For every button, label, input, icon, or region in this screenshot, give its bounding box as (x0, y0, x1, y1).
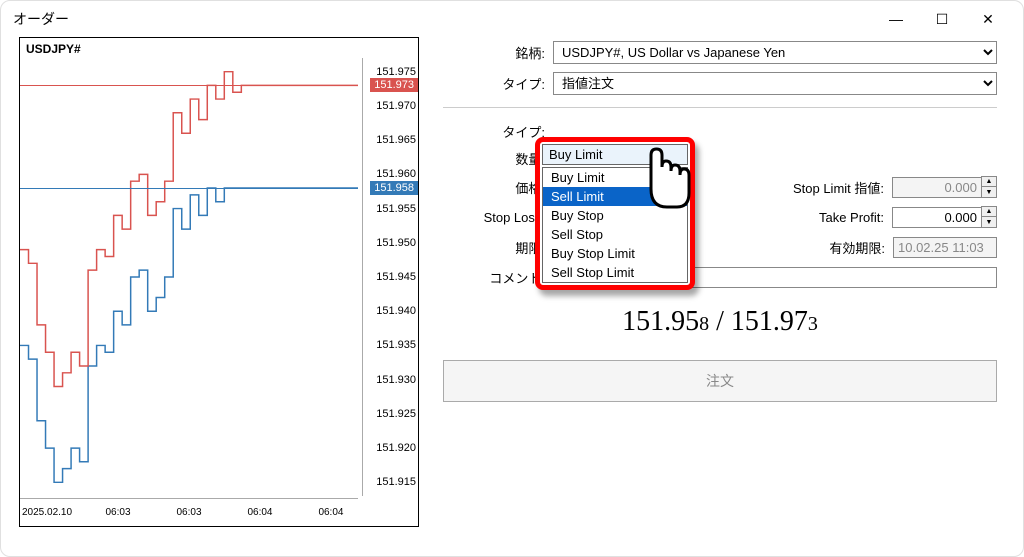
x-tick-label: 06:03 (106, 507, 131, 518)
quote-display: 151.958 / 151.973 (443, 306, 997, 338)
ask-price-tag: 151.973 (370, 78, 418, 92)
quote-bid-main: 151.95 (622, 306, 699, 337)
order-form: 銘柄: USDJPY#, US Dollar vs Japanese Yen タ… (419, 37, 1005, 527)
ask-line (20, 85, 358, 86)
dropdown-option[interactable]: Sell Stop Limit (543, 263, 687, 282)
y-tick-label: 151.920 (376, 442, 416, 454)
close-button[interactable]: ✕ (965, 4, 1011, 34)
takeprofit-input[interactable] (892, 207, 982, 228)
symbol-select[interactable]: USDJPY#, US Dollar vs Japanese Yen (553, 41, 997, 64)
spinner-down-icon[interactable]: ▼ (982, 217, 996, 227)
dropdown-list: Buy LimitSell LimitBuy StopSell StopBuy … (542, 167, 688, 283)
y-tick-label: 151.925 (376, 408, 416, 420)
spinner-up-icon[interactable]: ▲ (982, 207, 996, 217)
dropdown-option[interactable]: Sell Stop (543, 225, 687, 244)
y-tick-label: 151.945 (376, 271, 416, 283)
price-chart[interactable]: USDJPY# 151.973 151.958 151.975151.97015… (19, 37, 419, 527)
order-window: オーダー ― ☐ ✕ USDJPY# 151.973 151.958 151.9… (0, 0, 1024, 557)
dropdown-selected-display[interactable]: Buy Limit (542, 144, 688, 165)
separator (443, 107, 997, 108)
y-tick-label: 151.915 (376, 476, 416, 488)
expiry-date-input[interactable] (893, 237, 997, 258)
takeprofit-label: Take Profit: (772, 210, 892, 225)
chart-symbol-label: USDJPY# (26, 42, 81, 56)
x-tick-label: 06:04 (247, 507, 272, 518)
y-tick-label: 151.965 (376, 134, 416, 146)
y-tick-label: 151.930 (376, 374, 416, 386)
titlebar: オーダー ― ☐ ✕ (1, 1, 1023, 37)
dropdown-option[interactable]: Buy Stop (543, 206, 687, 225)
x-tick-label: 2025.02.10 (22, 507, 72, 518)
content-area: USDJPY# 151.973 151.958 151.975151.97015… (1, 37, 1023, 545)
spinner-down-icon[interactable]: ▼ (982, 187, 996, 197)
chart-svg (20, 58, 358, 496)
y-tick-label: 151.975 (376, 66, 416, 78)
minimize-button[interactable]: ― (873, 4, 919, 34)
pending-type-label: タイプ: (443, 122, 553, 141)
x-tick-label: 06:03 (176, 507, 201, 518)
quote-sep: / (709, 306, 731, 337)
stoplimit-input[interactable] (892, 177, 982, 198)
dropdown-option[interactable]: Buy Limit (543, 168, 687, 187)
stoplimit-spinner[interactable]: ▲▼ (981, 176, 997, 198)
quote-ask-sub: 3 (808, 313, 818, 335)
submit-order-button[interactable]: 注文 (443, 360, 997, 402)
quote-bid-sub: 8 (699, 313, 709, 335)
dropdown-option[interactable]: Sell Limit (543, 187, 687, 206)
stoplimit-label: Stop Limit 指値: (772, 178, 892, 197)
takeprofit-spinner[interactable]: ▲▼ (981, 206, 997, 228)
x-tick-label: 06:04 (318, 507, 343, 518)
bid-line (20, 188, 358, 189)
y-tick-label: 151.960 (376, 168, 416, 180)
chart-x-axis: 2025.02.10 06:03 06:03 06:04 06:04 (20, 498, 358, 526)
spinner-up-icon[interactable]: ▲ (982, 177, 996, 187)
window-title: オーダー (13, 9, 873, 29)
y-tick-label: 151.950 (376, 237, 416, 249)
dropdown-option[interactable]: Buy Stop Limit (543, 244, 687, 263)
bid-price-tag: 151.958 (370, 181, 418, 195)
y-tick-label: 151.955 (376, 203, 416, 215)
maximize-button[interactable]: ☐ (919, 4, 965, 34)
expiry-date-label: 有効期限: (773, 238, 893, 257)
pending-type-dropdown-open[interactable]: Buy Limit Buy LimitSell LimitBuy StopSel… (535, 137, 695, 290)
chart-y-axis: 151.973 151.958 151.975 151.970 151.965 151… (362, 58, 418, 496)
order-type-select[interactable]: 指値注文 (553, 72, 997, 95)
window-controls: ― ☐ ✕ (873, 4, 1011, 34)
y-tick-label: 151.940 (376, 305, 416, 317)
symbol-label: 銘柄: (443, 43, 553, 62)
order-type-label: タイプ: (443, 74, 553, 93)
chart-series-bid (20, 188, 358, 482)
chart-plot-area (20, 58, 358, 496)
quote-ask-main: 151.97 (731, 306, 808, 337)
y-tick-label: 151.935 (376, 339, 416, 351)
y-tick-label: 151.970 (376, 100, 416, 112)
